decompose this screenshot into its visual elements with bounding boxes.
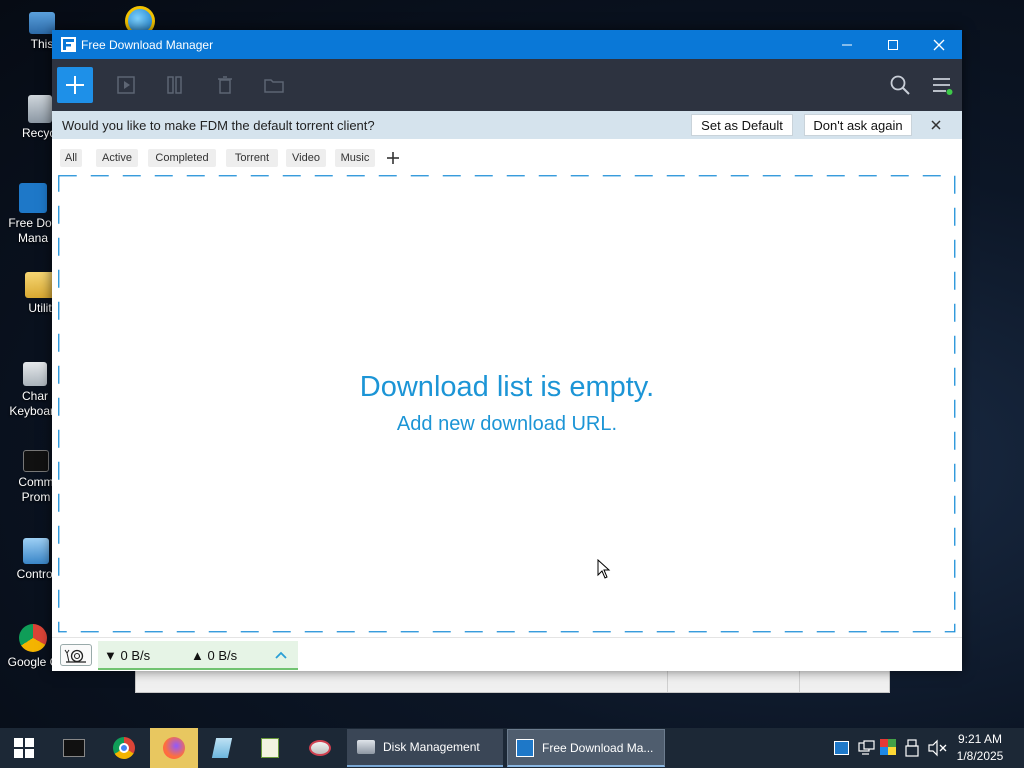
- task-free-download-manager[interactable]: Free Download Ma...: [507, 729, 665, 767]
- tab-active[interactable]: Active: [96, 149, 138, 167]
- snail-icon: [64, 649, 86, 663]
- clock-time: 9:21 AM: [957, 732, 1003, 746]
- close-icon: [933, 39, 945, 50]
- pause-icon: [167, 76, 182, 94]
- tab-all[interactable]: All: [60, 149, 82, 167]
- mouse-cursor-icon: [597, 559, 611, 579]
- fdm-window: Free Download Manager Would you like to …: [52, 30, 962, 671]
- taskbar-firefox[interactable]: [150, 728, 198, 768]
- fdm-icon: [19, 183, 47, 213]
- disk-icon: [357, 740, 375, 754]
- taskbar-chrome[interactable]: [100, 728, 148, 768]
- notepad-icon: [211, 738, 233, 758]
- chrome-icon: [113, 737, 135, 759]
- resume-button[interactable]: [114, 73, 138, 97]
- infobar-message: Would you like to make FDM the default t…: [62, 118, 375, 133]
- minimize-icon: [842, 44, 852, 45]
- search-button[interactable]: [888, 73, 912, 97]
- clock-date: 1/8/2025: [956, 749, 1004, 763]
- dont-ask-again-button[interactable]: Don't ask again: [804, 114, 912, 136]
- infobar-close-button[interactable]: [927, 116, 945, 134]
- color-settings-icon[interactable]: [880, 739, 898, 757]
- start-button[interactable]: [0, 728, 48, 768]
- windows-logo-icon: [14, 738, 34, 758]
- taskbar-notepad[interactable]: [198, 728, 246, 768]
- add-download-button[interactable]: [57, 67, 93, 103]
- tab-music[interactable]: Music: [335, 149, 375, 167]
- terminal-icon: [23, 450, 49, 472]
- control-panel-icon: [23, 538, 49, 564]
- pause-button[interactable]: [165, 73, 189, 97]
- drop-area[interactable]: [58, 175, 956, 633]
- taskbar-spreadsheet[interactable]: [246, 728, 294, 768]
- close-icon: [931, 120, 941, 130]
- chart-document-icon: [261, 738, 279, 758]
- search-icon: [890, 75, 910, 95]
- scissors-icon: [309, 740, 331, 756]
- recycle-bin-icon: [28, 95, 52, 123]
- minimize-button[interactable]: [824, 30, 870, 59]
- window-title: Free Download Manager: [81, 38, 214, 52]
- main-menu-button[interactable]: [930, 73, 954, 97]
- column-divider: [667, 670, 668, 692]
- background-window: [135, 670, 890, 693]
- speed-limit-button[interactable]: [60, 644, 92, 666]
- plus-icon: [66, 76, 84, 94]
- task-disk-management[interactable]: Disk Management: [347, 729, 503, 767]
- resume-icon: [117, 76, 135, 94]
- folder-icon: [264, 79, 284, 93]
- set-as-default-button[interactable]: Set as Default: [691, 114, 793, 136]
- volume-muted-icon[interactable]: [927, 739, 947, 757]
- tab-torrent[interactable]: Torrent: [226, 149, 278, 167]
- speed-panel[interactable]: ▼ 0 B/s ▲ 0 B/s: [98, 641, 298, 670]
- column-divider: [799, 670, 800, 692]
- keyboard-settings-icon: [23, 362, 47, 386]
- title-bar[interactable]: Free Download Manager: [52, 30, 962, 59]
- tab-video[interactable]: Video: [286, 149, 326, 167]
- taskbar-command-prompt[interactable]: [50, 728, 98, 768]
- maximize-icon: [888, 39, 898, 50]
- status-bar: ▼ 0 B/s ▲ 0 B/s: [52, 637, 962, 671]
- add-download-url-link[interactable]: Add new download URL.: [52, 413, 962, 436]
- chevron-up-icon: [275, 651, 287, 659]
- firefox-icon: [163, 737, 185, 759]
- delete-button[interactable]: [213, 73, 237, 97]
- usb-device-icon[interactable]: [905, 739, 923, 757]
- task-label: Free Download Ma...: [542, 740, 654, 755]
- trash-icon: [218, 76, 232, 94]
- close-button[interactable]: [916, 30, 962, 59]
- empty-list-title: Download list is empty.: [359, 371, 655, 403]
- plus-icon: [387, 152, 399, 164]
- tab-completed[interactable]: Completed: [148, 149, 216, 167]
- task-label: Disk Management: [383, 740, 480, 754]
- upload-speed: ▲ 0 B/s: [191, 648, 238, 663]
- filter-tabs: All Active Completed Torrent Video Music: [52, 139, 962, 173]
- toolbar: [52, 59, 962, 111]
- fdm-app-icon: [61, 37, 76, 52]
- download-speed: ▼ 0 B/s: [104, 648, 151, 663]
- folder-icon: [25, 272, 55, 298]
- taskbar-clock[interactable]: 9:21 AM 1/8/2025: [950, 731, 1010, 765]
- open-folder-button[interactable]: [262, 73, 286, 97]
- taskbar-snipping-tool[interactable]: [296, 728, 344, 768]
- default-client-infobar: Would you like to make FDM the default t…: [52, 111, 962, 139]
- maximize-button[interactable]: [870, 30, 916, 59]
- tray-fdm-icon[interactable]: [834, 739, 852, 757]
- network-icon[interactable]: [857, 739, 875, 757]
- add-filter-button[interactable]: [383, 149, 403, 167]
- hamburger-menu-icon: [933, 78, 953, 95]
- taskbar: Disk Management Free Download Ma...: [0, 728, 1024, 768]
- terminal-icon: [63, 739, 85, 757]
- fdm-icon: [516, 738, 534, 757]
- chrome-icon: [19, 624, 47, 652]
